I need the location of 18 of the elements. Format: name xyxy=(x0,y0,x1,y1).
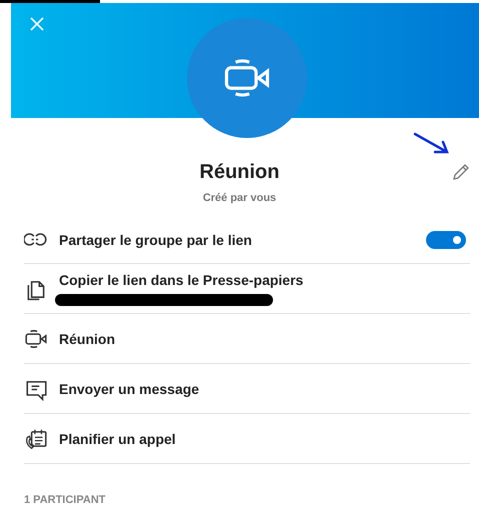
creator-subtitle: Créé par vous xyxy=(202,192,278,204)
action-row[interactable]: Envoyer un message xyxy=(24,364,470,414)
edit-icon[interactable] xyxy=(451,162,471,182)
action-row[interactable]: Planifier un appel xyxy=(24,414,470,464)
row-label: Partager le groupe par le lien xyxy=(59,232,253,248)
calendar-icon xyxy=(24,426,48,450)
conversation-title: Réunion xyxy=(200,161,280,183)
participants-heading: 1 PARTICIPANT xyxy=(24,494,106,506)
row-label: Copier le lien dans le Presse-papiers xyxy=(59,272,304,288)
row-label: Planifier un appel xyxy=(59,430,177,446)
annotation-arrow xyxy=(413,132,451,156)
action-row[interactable]: Réunion xyxy=(24,314,470,364)
close-icon[interactable] xyxy=(30,17,44,31)
toggle-switch[interactable] xyxy=(426,230,466,248)
row-label: Réunion xyxy=(59,330,116,346)
row-label: Envoyer un message xyxy=(59,380,200,396)
toggle-row[interactable]: Partager le groupe par le lien xyxy=(24,216,470,264)
action-row[interactable]: Copier le lien dans le Presse-papiers xyxy=(24,264,470,314)
